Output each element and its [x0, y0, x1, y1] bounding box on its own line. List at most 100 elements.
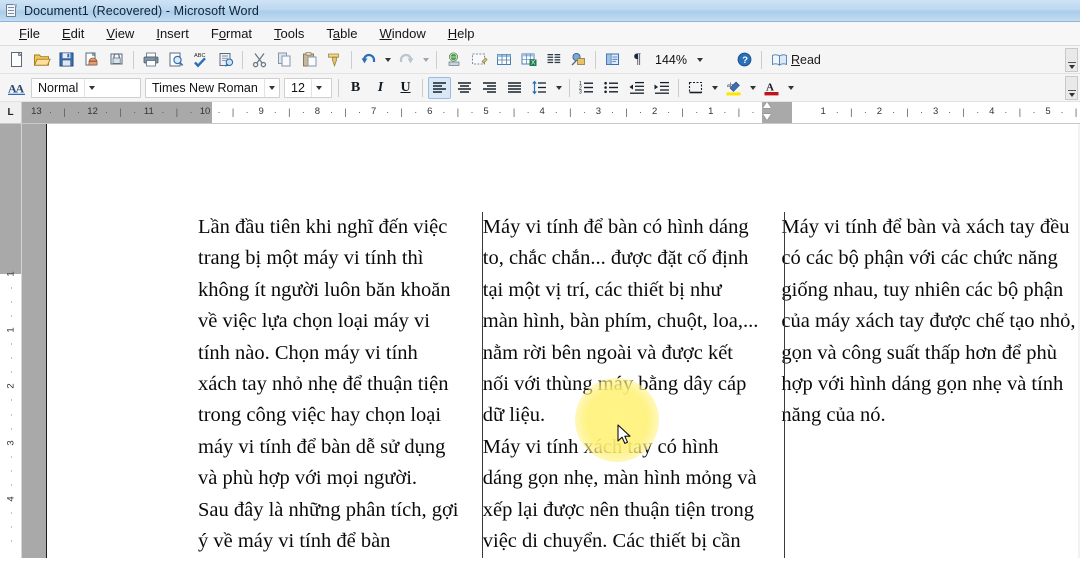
- document-page[interactable]: Lần đầu tiên khi nghĩ đến việc trang bị …: [48, 124, 1080, 558]
- print-icon[interactable]: [139, 49, 162, 71]
- svg-text:A: A: [16, 82, 25, 96]
- align-center-icon[interactable]: [453, 77, 476, 99]
- numbered-list-icon[interactable]: 123: [575, 77, 598, 99]
- zoom-dropdown-icon[interactable]: [693, 51, 708, 69]
- research-icon[interactable]: [214, 49, 237, 71]
- drawing-icon[interactable]: [567, 49, 590, 71]
- ruler-minor-mark: ·: [554, 107, 558, 117]
- menu-item-insert[interactable]: Insert: [145, 24, 200, 43]
- vertical-ruler-minor-mark: ·: [5, 370, 16, 374]
- title-bar: Document1 (Recovered) - Microsoft Word: [0, 0, 1080, 22]
- format-painter-brush-icon[interactable]: [323, 49, 346, 71]
- first-line-indent-marker[interactable]: [763, 102, 772, 123]
- help-question-icon[interactable]: ?: [733, 49, 756, 71]
- menu-item-format[interactable]: Format: [200, 24, 263, 43]
- read-button[interactable]: Read: [767, 49, 825, 71]
- ruler-minor-mark: ·: [133, 107, 137, 117]
- menu-item-view[interactable]: View: [95, 24, 145, 43]
- column-3[interactable]: Máy vi tính để bàn và xách tay đều có cá…: [781, 212, 1080, 558]
- horizontal-ruler[interactable]: L 13 · | · 12 · | · 11 · | · 10 · | · 9 · | · 8 · | · 7 · | · 6 · | · 5 ·…: [0, 102, 1080, 124]
- menu-item-table[interactable]: Table: [315, 24, 368, 43]
- ruler-track[interactable]: 13 · | · 12 · | · 11 · | · 10 · | · 9 · | · 8 · | · 7 · | · 6 · | · 5 · | ·…: [22, 102, 1080, 123]
- insert-excel-spreadsheet-icon[interactable]: X: [517, 49, 540, 71]
- undo-dropdown-icon[interactable]: [382, 49, 393, 71]
- highlight-color-dropdown-icon[interactable]: [747, 77, 758, 99]
- email-icon[interactable]: [80, 49, 103, 71]
- justify-icon[interactable]: [503, 77, 526, 99]
- bulleted-list-icon[interactable]: [600, 77, 623, 99]
- copy-icon[interactable]: [273, 49, 296, 71]
- save-icon[interactable]: [55, 49, 78, 71]
- document-map-icon[interactable]: [601, 49, 624, 71]
- italic-button[interactable]: I: [369, 77, 392, 99]
- vertical-ruler-minor-mark: ·: [5, 398, 16, 402]
- formatting-toolbar-overflow-button[interactable]: [1065, 76, 1078, 100]
- menu-item-edit[interactable]: Edit: [51, 24, 95, 43]
- new-document-icon[interactable]: [5, 49, 28, 71]
- columns-icon[interactable]: [542, 49, 565, 71]
- paragraph: Máy vi tính để bàn và xách tay đều có cá…: [781, 216, 1076, 427]
- redo-dropdown-icon[interactable]: [420, 49, 431, 71]
- underline-button[interactable]: U: [394, 77, 417, 99]
- styles-and-formatting-icon[interactable]: AA: [5, 77, 28, 99]
- show-formatting-marks-icon[interactable]: ¶: [626, 49, 649, 71]
- spelling-check-icon[interactable]: ABC: [189, 49, 212, 71]
- print-preview-icon[interactable]: [164, 49, 187, 71]
- document-workspace: 1 · · · 1 · · · 2 · · · 3 · · · 4 · · · Lần đầu tiên khi ng…: [0, 124, 1080, 558]
- tables-and-borders-icon[interactable]: [467, 49, 490, 71]
- menu-item-file[interactable]: File: [8, 24, 51, 43]
- ruler-minor-mark: ·: [1060, 107, 1064, 117]
- column-2[interactable]: Máy vi tính để bàn có hình dáng to, chắc…: [483, 212, 782, 558]
- zoom-combo[interactable]: 144%: [652, 50, 730, 70]
- column-separator-2: [784, 212, 785, 558]
- ruler-minor-mark: ·: [526, 107, 530, 117]
- style-combo[interactable]: Normal: [31, 77, 141, 98]
- column-1[interactable]: Lần đầu tiên khi nghĩ đến việc trang bị …: [198, 212, 483, 558]
- line-spacing-dropdown-icon[interactable]: [553, 77, 564, 99]
- menu-item-tools[interactable]: Tools: [263, 24, 315, 43]
- undo-icon[interactable]: [357, 49, 380, 71]
- menu-item-window[interactable]: Window: [369, 24, 437, 43]
- decrease-indent-icon[interactable]: [625, 77, 648, 99]
- ruler-minor-mark: ·: [976, 107, 980, 117]
- ruler-tick: 1: [708, 106, 714, 117]
- font-name-dropdown-icon[interactable]: [263, 78, 279, 97]
- ruler-minor-mark: ·: [639, 107, 643, 117]
- bold-button[interactable]: B: [344, 77, 367, 99]
- permission-lock-icon[interactable]: [105, 49, 128, 71]
- font-size-combo[interactable]: 12: [284, 77, 332, 98]
- ruler-tick: 13: [31, 106, 42, 117]
- ruler-minor-mark: |: [288, 107, 291, 117]
- redo-icon[interactable]: [395, 49, 418, 71]
- increase-indent-icon[interactable]: [650, 77, 673, 99]
- ruler-minor-mark: ·: [386, 107, 390, 117]
- open-folder-icon[interactable]: [30, 49, 53, 71]
- ruler-minor-mark: |: [512, 107, 516, 117]
- borders-icon[interactable]: [684, 77, 707, 99]
- ruler-minor-mark: |: [400, 107, 403, 117]
- word-document-icon: [4, 3, 19, 18]
- line-spacing-icon[interactable]: [528, 77, 551, 99]
- style-value: Normal: [38, 80, 79, 95]
- align-left-icon[interactable]: [428, 76, 451, 99]
- cut-scissors-icon[interactable]: [248, 49, 271, 71]
- page-area[interactable]: Lần đầu tiên khi nghĩ đến việc trang bị …: [22, 124, 1080, 558]
- highlight-color-icon[interactable]: ab: [722, 77, 745, 99]
- menu-item-help[interactable]: Help: [437, 24, 486, 43]
- font-color-icon[interactable]: A: [760, 77, 783, 99]
- borders-dropdown-icon[interactable]: [709, 77, 720, 99]
- paste-icon[interactable]: [298, 49, 321, 71]
- font-size-dropdown-icon[interactable]: [310, 78, 326, 97]
- svg-text:?: ?: [742, 54, 748, 65]
- insert-table-icon[interactable]: [492, 49, 515, 71]
- font-name-value: Times New Roman: [152, 80, 258, 95]
- vertical-ruler[interactable]: 1 · · · 1 · · · 2 · · · 3 · · · 4 · · ·: [0, 124, 22, 558]
- tab-stop-selector[interactable]: L: [0, 102, 22, 123]
- font-name-combo[interactable]: Times New Roman: [145, 77, 280, 98]
- standard-toolbar-overflow-button[interactable]: [1065, 48, 1078, 72]
- style-dropdown-icon[interactable]: [84, 78, 99, 97]
- align-right-icon[interactable]: [478, 77, 501, 99]
- insert-hyperlink-icon[interactable]: [442, 49, 465, 71]
- font-color-dropdown-icon[interactable]: [785, 77, 796, 99]
- ruler-minor-mark: ·: [835, 107, 839, 117]
